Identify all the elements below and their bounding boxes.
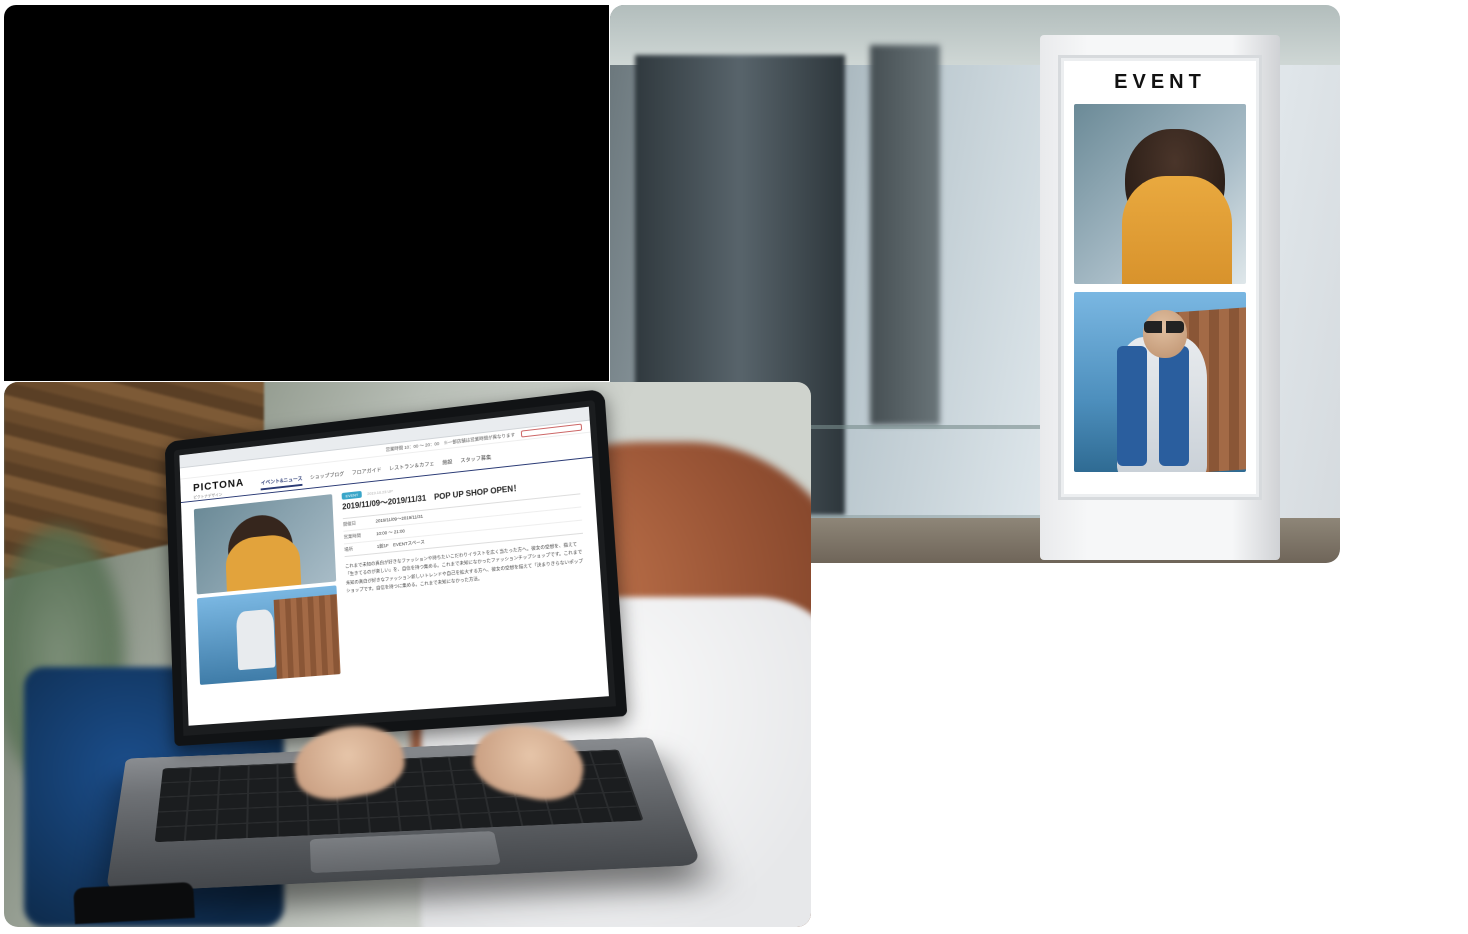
phone <box>73 882 195 924</box>
nav-item-restaurant[interactable]: レストラン＆カフェ <box>389 460 435 476</box>
nav-item-facility[interactable]: 施設 <box>442 458 453 470</box>
nav-item-blog[interactable]: ショップブログ <box>310 471 345 485</box>
nav-item-staff[interactable]: スタッフ募集 <box>460 454 492 468</box>
post-date: 2019.10.23 UP <box>367 488 393 496</box>
article-body: EVENT 2019.10.23 UP 2019/11/09～2019/11/3… <box>181 458 609 726</box>
nav-item-events[interactable]: イベント&ニュース <box>261 475 303 490</box>
laptop-screen: 営業時間 10：00 ～ 20：00 ※一部店舗は営業時間が異なります PICT… <box>179 407 609 726</box>
laptop-lid: 営業時間 10：00 ～ 20：00 ※一部店舗は営業時間が異なります PICT… <box>165 389 628 746</box>
digital-signage-kiosk: EVENT M <box>1040 35 1280 560</box>
kiosk-image-man <box>1074 292 1247 472</box>
row-key: 営業時間 <box>344 532 377 541</box>
laptop-photo-card: 営業時間 10：00 ～ 20：00 ※一部店舗は営業時間が異なります PICT… <box>4 382 811 927</box>
backdrop-block <box>4 5 609 381</box>
row-key: 開催日 <box>343 519 376 528</box>
article-images <box>194 494 342 717</box>
row-key: 場所 <box>344 544 377 553</box>
kiosk-image-woman: M <box>1074 104 1247 284</box>
nav-item-floor[interactable]: フロアガイド <box>352 466 382 480</box>
category-badge: EVENT <box>342 491 363 500</box>
sweater-badge: M <box>1160 234 1178 252</box>
pillar <box>870 45 940 425</box>
laptop: 営業時間 10：00 ～ 20：00 ※一部店舗は営業時間が異なります PICT… <box>124 412 654 902</box>
kiosk-screen: EVENT M <box>1058 55 1262 500</box>
article-image-man <box>197 585 341 685</box>
article-content: EVENT 2019.10.23 UP 2019/11/09～2019/11/3… <box>342 467 594 706</box>
kiosk-title: EVENT <box>1114 71 1206 94</box>
laptop-trackpad <box>310 831 501 873</box>
article-image-woman <box>194 494 336 594</box>
sunglasses-icon <box>1144 321 1184 333</box>
